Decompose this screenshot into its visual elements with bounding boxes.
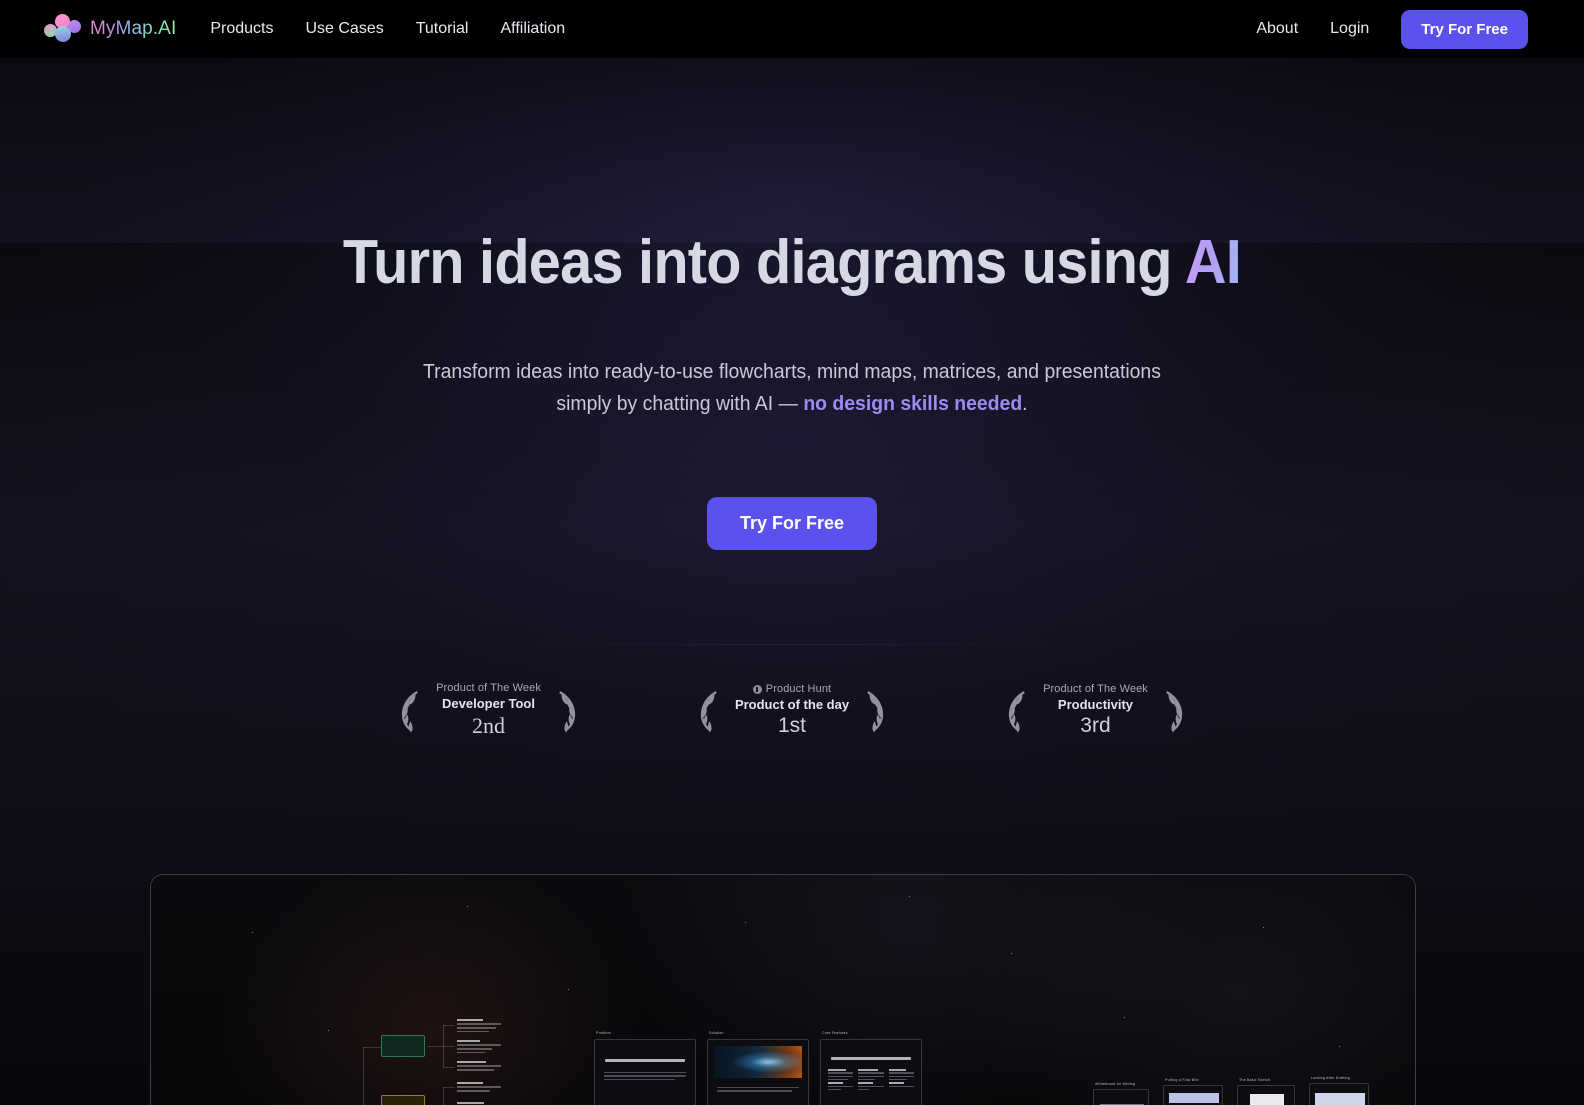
page-title: Turn ideas into diagrams using AI xyxy=(55,230,1528,296)
primary-nav-links: Products Use Cases Tutorial Affiliation xyxy=(210,20,565,38)
badge-rank: 1st xyxy=(777,714,806,737)
page-title-main: Turn ideas into diagrams using xyxy=(342,228,1185,297)
badge-top-label: Product Hunt xyxy=(765,683,832,695)
mindmap-node-amber[interactable] xyxy=(381,1095,425,1105)
mymap-logo-icon xyxy=(44,14,82,44)
mindmap-node-green[interactable] xyxy=(381,1035,425,1057)
laurel-wreath-left-icon xyxy=(700,690,717,732)
hero-subtitle: Transform ideas into ready-to-use flowch… xyxy=(389,356,1194,421)
badge-category-label: Product of the day xyxy=(734,697,850,712)
nav-link-tutorial[interactable]: Tutorial xyxy=(416,20,469,38)
preview-card-label: The Basic Sketch xyxy=(1239,1078,1271,1082)
preview-card-whiteboard[interactable] xyxy=(1093,1089,1149,1105)
preview-card-after-drafting[interactable] xyxy=(1309,1083,1369,1105)
preview-card-flow-bite[interactable] xyxy=(1163,1085,1223,1105)
preview-card-label: Putting a Flow Bite xyxy=(1165,1078,1199,1082)
mindmap-branch-text xyxy=(457,1061,501,1073)
hero-subtitle-highlight: no design skills needed xyxy=(803,393,1023,416)
badge-rank: 3rd xyxy=(1080,714,1111,737)
product-hunt-icon xyxy=(752,684,762,694)
badge-text-block: Product of The Week Developer Tool 2nd xyxy=(432,682,545,739)
top-navigation-bar: MyMap.AI Products Use Cases Tutorial Aff… xyxy=(0,0,1584,58)
preview-card-column xyxy=(858,1069,884,1092)
brand-logo[interactable]: MyMap.AI xyxy=(44,14,176,44)
mindmap-branch-text xyxy=(457,1019,501,1035)
laurel-wreath-right-icon xyxy=(867,690,884,732)
hero-subtitle-line2-pre: simply by chatting with AI — xyxy=(556,393,804,416)
mindmap-branch-text xyxy=(457,1040,501,1056)
badge-category-label: Productivity xyxy=(1057,697,1134,712)
award-badge-product-hunt: Product Hunt Product of the day 1st xyxy=(693,682,891,739)
mindmap-branch-text xyxy=(457,1082,501,1094)
laurel-wreath-left-icon xyxy=(1008,690,1025,732)
hero-try-for-free-button[interactable]: Try For Free xyxy=(706,496,878,550)
page-title-accent: AI xyxy=(1184,228,1242,297)
badge-rank: 2nd xyxy=(472,713,506,738)
preview-card-label: Solution xyxy=(709,1031,724,1035)
preview-card-label: Core Features xyxy=(822,1031,848,1035)
preview-card-label: Problem xyxy=(596,1031,611,1035)
laurel-wreath-left-icon xyxy=(401,690,418,732)
nav-link-login[interactable]: Login xyxy=(1330,20,1369,38)
preview-card-solution[interactable] xyxy=(707,1039,809,1105)
preview-card-image xyxy=(714,1046,802,1078)
hero-section: Turn ideas into diagrams using AI Transf… xyxy=(0,58,1584,550)
section-divider xyxy=(492,644,1092,645)
laurel-wreath-right-icon xyxy=(559,690,576,732)
hero-cta-wrapper: Try For Free xyxy=(0,496,1584,550)
product-preview-panel[interactable]: Problem Solution Core Features Go-to-Mar… xyxy=(150,874,1416,1105)
laurel-wreath-right-icon xyxy=(1166,690,1183,732)
preview-card-column xyxy=(828,1069,854,1092)
nav-link-use-cases[interactable]: Use Cases xyxy=(305,20,383,38)
awards-badge-row: Product of The Week Developer Tool 2nd P… xyxy=(0,682,1584,739)
preview-card-problem[interactable] xyxy=(594,1039,696,1105)
brand-name: MyMap.AI xyxy=(90,18,177,39)
preview-card-core-features[interactable] xyxy=(820,1039,922,1105)
badge-text-block: Product Hunt Product of the day 1st xyxy=(731,683,853,738)
preview-card-label: Whiteboard for Writing xyxy=(1095,1082,1136,1086)
nav-link-products[interactable]: Products xyxy=(210,20,273,38)
preview-card-basic-sketch[interactable] xyxy=(1237,1085,1295,1105)
badge-top-label: Product of The Week xyxy=(436,682,541,694)
nav-link-about[interactable]: About xyxy=(1256,20,1298,38)
badge-text-block: Product of The Week Productivity 3rd xyxy=(1039,683,1152,738)
secondary-nav-links: About Login Try For Free xyxy=(1256,9,1528,49)
badge-category-label: Developer Tool xyxy=(442,696,535,711)
nav-try-for-free-button[interactable]: Try For Free xyxy=(1401,9,1528,49)
hero-subtitle-line1: Transform ideas into ready-to-use flowch… xyxy=(423,360,1161,383)
preview-card-column xyxy=(888,1069,914,1092)
award-badge-productivity: Product of The Week Productivity 3rd xyxy=(1001,682,1190,739)
hero-subtitle-line2-post: . xyxy=(1022,393,1028,416)
badge-top-label: Product of The Week xyxy=(1043,683,1148,695)
award-badge-developer-tool: Product of The Week Developer Tool 2nd xyxy=(394,682,583,739)
nav-link-affiliation[interactable]: Affiliation xyxy=(500,20,565,38)
preview-card-label: Looking After Drafting xyxy=(1311,1076,1350,1080)
